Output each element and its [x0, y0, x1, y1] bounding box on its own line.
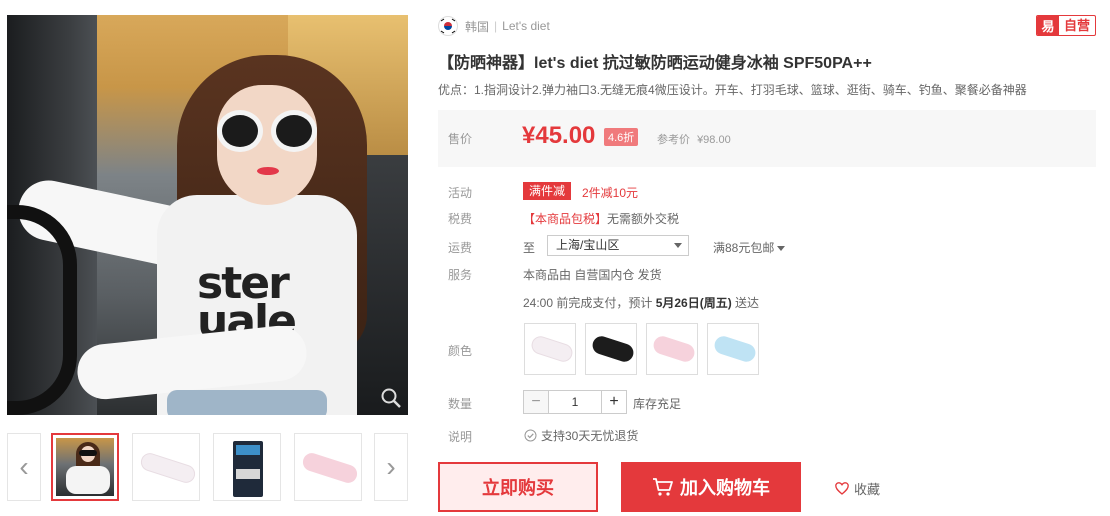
origin-country: 韩国	[465, 19, 490, 34]
service-label: 服务	[448, 268, 473, 282]
return-guarantee: 支持30天无忧退货	[524, 427, 638, 444]
promotion-tag: 满件减	[523, 182, 572, 200]
service-text: 本商品由 自营国内仓 发货	[523, 268, 662, 282]
quantity-increase-button[interactable]: +	[602, 391, 626, 413]
reference-price-label: 参考价	[657, 134, 690, 146]
quantity-decrease-button[interactable]: −	[524, 391, 548, 413]
chevron-left-icon: ‹	[19, 451, 29, 482]
main-product-image[interactable]: ster uale	[7, 15, 408, 415]
chevron-down-icon	[674, 243, 682, 248]
thumbnail-prev-button[interactable]: ‹	[7, 433, 41, 501]
color-swatch-black	[590, 333, 636, 365]
sale-price: ¥45.00	[522, 122, 596, 149]
note-label: 说明	[448, 430, 473, 444]
shipping-label: 运费	[448, 241, 473, 255]
check-circle-icon	[524, 429, 537, 442]
promotion-label: 活动	[448, 186, 473, 200]
price-box: 售价 ¥45.00 4.6折 参考价 ¥98.00	[438, 110, 1096, 167]
reference-price-value: ¥98.00	[697, 134, 731, 146]
caret-down-icon	[777, 246, 786, 252]
tax-info: 【本商品包税】无需额外交税	[523, 210, 679, 227]
discount-badge: 4.6折	[604, 128, 639, 146]
heart-icon	[835, 482, 849, 495]
favorite-label: 收藏	[854, 482, 881, 497]
color-swatch-blue	[712, 333, 758, 365]
image-shorts	[167, 390, 327, 415]
free-shipping-info[interactable]: 满88元包邮	[713, 239, 786, 256]
color-label: 颜色	[448, 344, 473, 358]
yi-logo-icon: 易	[1036, 16, 1059, 35]
ship-to-label: 至	[523, 241, 536, 255]
self-operated-label: 自营	[1063, 18, 1090, 33]
delivery-date: 5月26日(周五)	[655, 296, 732, 310]
image-sunglasses	[217, 110, 317, 152]
thumbnail-3[interactable]	[213, 433, 281, 501]
color-swatch-white	[529, 333, 575, 365]
promotion-text[interactable]: 2件减10元	[582, 184, 638, 201]
color-option-blue[interactable]	[707, 323, 759, 375]
origin-divider: |	[494, 19, 498, 33]
brand-link[interactable]: Let's diet	[502, 19, 550, 33]
image-steering-wheel	[7, 205, 77, 415]
tax-label: 税费	[448, 212, 473, 226]
color-option-pink[interactable]	[646, 323, 698, 375]
zoom-icon[interactable]	[380, 387, 402, 409]
delivery-prefix: 24:00 前完成支付，预计	[523, 296, 656, 310]
tax-text: 无需额外交税	[607, 212, 680, 226]
quantity-input[interactable]: 1	[548, 391, 602, 413]
image-lips	[257, 167, 279, 175]
delivery-estimate: 24:00 前完成支付，预计 5月26日(周五) 送达	[523, 294, 759, 311]
reference-price: 参考价 ¥98.00	[657, 131, 731, 147]
thumbnail-next-button[interactable]: ›	[374, 433, 408, 501]
address-value: 上海/宝山区	[556, 238, 620, 252]
color-option-black[interactable]	[585, 323, 637, 375]
thumbnail-4[interactable]	[294, 433, 362, 501]
product-title: 【防晒神器】let's diet 抗过敏防晒运动健身冰袖 SPF50PA++	[438, 55, 872, 72]
color-option-white[interactable]	[524, 323, 576, 375]
quantity-stepper: − 1 +	[523, 390, 627, 414]
add-to-cart-label: 加入购物车	[680, 478, 770, 498]
product-subtitle: 优点：1.指洞设计2.弹力袖口3.无缝无痕4微压设计。开车、打羽毛球、篮球、逛街…	[438, 83, 1027, 97]
product-detail-page: ster uale ‹ › 韩国 | Let's diet 易 自营 【防晒神器…	[0, 0, 1110, 516]
color-swatch-pink	[651, 333, 697, 365]
favorite-button[interactable]: 收藏	[835, 479, 880, 498]
add-to-cart-button[interactable]: 加入购物车	[621, 462, 801, 512]
price-label: 售价	[448, 132, 473, 146]
thumbnail-strip: ‹ ›	[7, 433, 408, 501]
buy-now-button[interactable]: 立即购买	[438, 462, 598, 512]
thumbnail-1[interactable]	[51, 433, 119, 501]
thumbnail-2[interactable]	[132, 433, 200, 501]
free-shipping-text: 满88元包邮	[713, 241, 775, 255]
tax-highlight: 【本商品包税】	[523, 212, 608, 226]
origin-row: 韩国 | Let's diet	[438, 16, 550, 36]
self-operated-badge: 易 自营	[1035, 15, 1096, 36]
return-guarantee-text: 支持30天无忧退货	[541, 429, 639, 443]
buy-now-label: 立即购买	[482, 478, 554, 498]
quantity-label: 数量	[448, 397, 473, 411]
cart-icon	[653, 478, 673, 496]
delivery-suffix: 送达	[731, 296, 760, 310]
address-select[interactable]: 上海/宝山区	[547, 235, 689, 256]
chevron-right-icon: ›	[386, 451, 396, 482]
stock-status: 库存充足	[633, 397, 682, 411]
korea-flag-icon	[438, 16, 458, 36]
